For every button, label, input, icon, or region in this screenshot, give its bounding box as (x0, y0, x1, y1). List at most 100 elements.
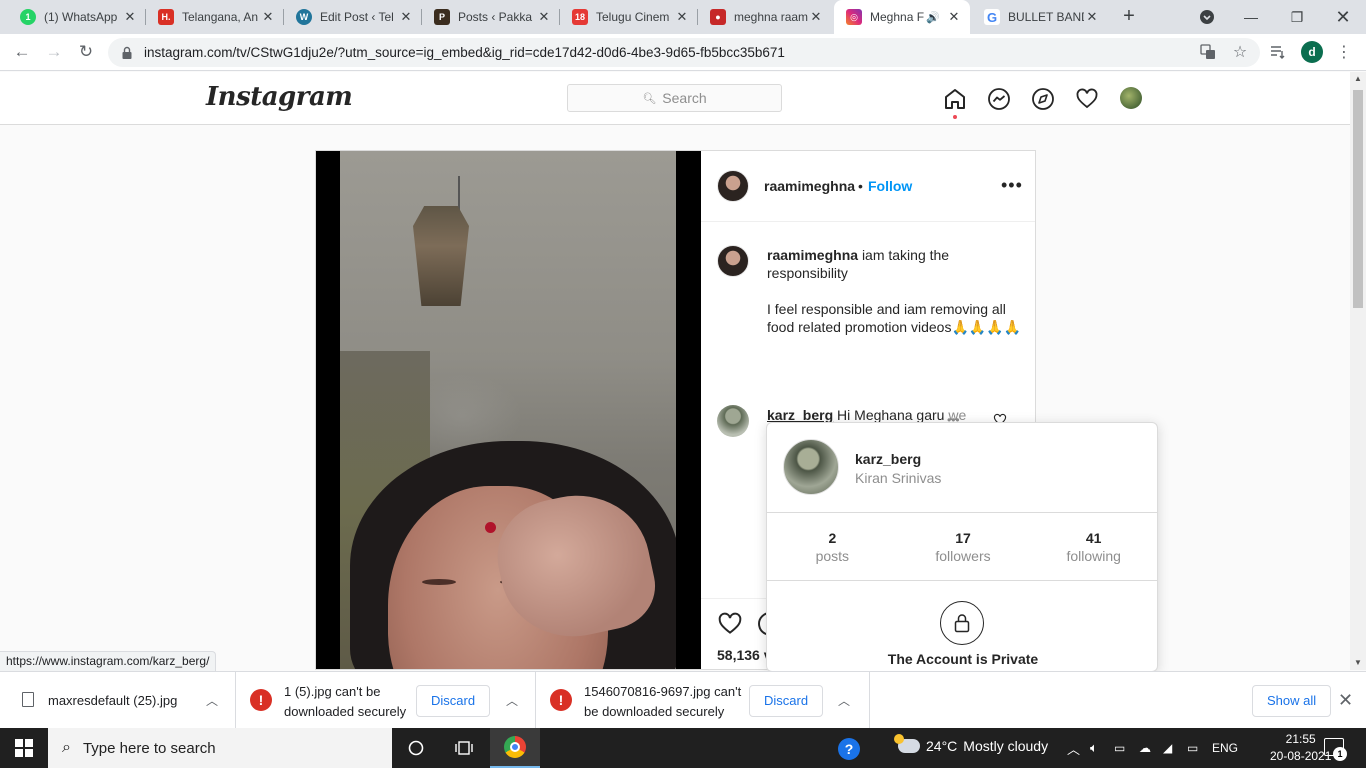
chrome-taskbar-button[interactable] (490, 728, 540, 768)
back-arrow-icon[interactable]: ← (10, 40, 34, 64)
weather-widget[interactable]: 24°C Mostly cloudy (894, 734, 1048, 754)
owner-username[interactable]: raamimeghna (764, 178, 855, 194)
download-item-error[interactable]: ! 1546070816-9697.jpg can't be downloade… (536, 672, 870, 729)
view-count[interactable]: 58,136 v (717, 647, 772, 663)
url-text: instagram.com/tv/CStwG1dju2e/?utm_source… (144, 45, 785, 60)
discard-button[interactable]: Discard (416, 685, 491, 717)
like-heart-icon[interactable] (717, 611, 743, 637)
tab-telangana[interactable]: H. Telangana, An ✕ (146, 0, 284, 34)
instagram-header: Instagram 🔍︎ Search (0, 72, 1350, 125)
comment-text: Hi Meghana garu (837, 407, 945, 423)
bookmark-star-icon[interactable]: ☆ (1230, 42, 1250, 62)
tray-overflow-icon[interactable]: ︿ (1067, 728, 1080, 768)
chevron-up-icon[interactable]: ︿ (204, 692, 220, 708)
show-all-button[interactable]: Show all (1252, 685, 1332, 717)
tab-telugu-cinema[interactable]: 18 Telugu Cinem ✕ (560, 0, 698, 34)
hover-card-avatar[interactable] (783, 439, 839, 495)
scroll-down-arrow-icon[interactable]: ▼ (1350, 656, 1366, 670)
post-caption: raamimeghna iam taking the responsibilit… (767, 246, 1022, 480)
download-item-error[interactable]: ! 1 (5).jpg can't be downloaded securely… (236, 672, 536, 729)
reload-icon[interactable]: ↻ (74, 40, 98, 64)
forward-arrow-icon[interactable]: → (42, 40, 66, 64)
home-icon[interactable] (942, 86, 968, 112)
scrollbar-thumb[interactable] (1353, 90, 1363, 308)
close-window-button[interactable]: ✕ (1320, 0, 1366, 34)
tab-edit-post[interactable]: W Edit Post ‹ Tel ✕ (284, 0, 422, 34)
cortana-icon[interactable] (392, 728, 440, 768)
clock-date: 20-08-2021 (1270, 749, 1332, 763)
tab-close-icon[interactable]: ✕ (122, 9, 138, 25)
chevron-up-icon[interactable]: ︿ (504, 692, 520, 708)
post-video[interactable] (316, 151, 701, 670)
tab-close-icon[interactable]: ✕ (946, 9, 962, 25)
tab-posts-pakka[interactable]: P Posts ‹ Pakka ✕ (422, 0, 560, 34)
speaker-audio-icon[interactable]: 🔊 (926, 11, 940, 24)
tab-close-icon[interactable]: ✕ (260, 9, 276, 25)
news18-favicon-icon: 18 (572, 9, 588, 25)
commenter-username[interactable]: karz_berg (767, 407, 833, 423)
chevron-up-icon[interactable]: ︿ (836, 692, 852, 708)
search-icon: 🔍︎ (642, 92, 657, 105)
address-bar[interactable]: instagram.com/tv/CStwG1dju2e/?utm_source… (108, 38, 1260, 67)
caption-username[interactable]: raamimeghna (767, 247, 858, 263)
error-line-2: be downloaded securely (584, 704, 725, 719)
user-avatar[interactable] (1120, 87, 1142, 109)
new-tab-button[interactable]: + (1118, 5, 1140, 27)
language-indicator[interactable]: ENG (1212, 728, 1238, 768)
translate-icon[interactable] (1198, 42, 1218, 62)
browser-menu-icon[interactable]: ⋮ (1334, 41, 1354, 63)
task-view-icon[interactable] (440, 728, 488, 768)
discard-button[interactable]: Discard (749, 685, 824, 717)
battery-icon[interactable]: ▭ (1187, 728, 1198, 768)
meet-now-icon[interactable]: ▭ (1114, 728, 1125, 768)
search-input[interactable]: 🔍︎ Search (567, 84, 782, 112)
tab-search-icon[interactable] (1184, 0, 1230, 34)
volume-icon[interactable]: 🔈︎ (1090, 728, 1098, 768)
scroll-up-arrow-icon[interactable]: ▲ (1350, 72, 1366, 86)
person-mouth (442, 669, 498, 670)
taskbar-search-input[interactable]: ⌕ Type here to search (48, 728, 392, 768)
tab-close-icon[interactable]: ✕ (808, 9, 824, 25)
bindi (485, 522, 496, 533)
commenter-avatar[interactable] (717, 405, 749, 437)
pakka-favicon-icon: P (434, 9, 450, 25)
reading-list-icon[interactable] (1268, 42, 1288, 62)
messenger-icon[interactable] (986, 86, 1012, 112)
wordpress-favicon-icon: W (296, 9, 312, 25)
caption-owner-avatar[interactable] (717, 245, 749, 277)
owner-avatar[interactable] (717, 170, 749, 202)
minimize-button[interactable]: — (1228, 0, 1274, 34)
hanging-lantern (413, 206, 469, 306)
page-scrollbar[interactable]: ▲ ▼ (1350, 72, 1366, 670)
tab-bullet-band[interactable]: G BULLET BAND ✕ (972, 0, 1108, 34)
instagram-logo[interactable]: Instagram (206, 82, 353, 112)
system-clock[interactable]: 21:55 20-08-2021 (1270, 731, 1331, 765)
hover-card-username[interactable]: karz_berg (855, 451, 921, 467)
follow-button[interactable]: Follow (868, 178, 912, 194)
tab-close-icon[interactable]: ✕ (536, 9, 552, 25)
tab-instagram-active[interactable]: ◎ Meghna F 🔊 ✕ (834, 0, 970, 34)
stat-label: posts (815, 547, 850, 564)
onedrive-icon[interactable]: ☁︎ (1139, 728, 1151, 768)
tab-meghna-raam[interactable]: ● meghna raam ✕ (698, 0, 832, 34)
notification-count-badge: 1 (1333, 747, 1347, 761)
lantern-chain (458, 176, 460, 210)
tab-title: BULLET BAND (1008, 10, 1084, 24)
explore-compass-icon[interactable] (1030, 86, 1056, 112)
help-icon[interactable]: ? (838, 738, 860, 760)
restore-button[interactable]: ❐ (1274, 0, 1320, 34)
tab-close-icon[interactable]: ✕ (674, 9, 690, 25)
clock-time: 21:55 (1285, 732, 1316, 746)
tab-whatsapp[interactable]: 1 (1) WhatsApp ✕ (8, 0, 146, 34)
tab-close-icon[interactable]: ✕ (1084, 9, 1100, 25)
tab-close-icon[interactable]: ✕ (398, 9, 414, 25)
network-icon[interactable]: ◢ (1163, 728, 1172, 768)
hindu-favicon-icon: H. (158, 9, 174, 25)
windows-start-icon[interactable] (0, 728, 48, 768)
close-shelf-icon[interactable]: ✕ (1338, 690, 1353, 711)
more-options-icon[interactable]: ••• (1001, 175, 1023, 196)
activity-heart-icon[interactable] (1074, 86, 1100, 112)
download-item[interactable]: maxresdefault (25).jpg ︿ (0, 672, 236, 729)
profile-avatar[interactable]: d (1301, 41, 1323, 63)
file-icon (22, 692, 34, 707)
